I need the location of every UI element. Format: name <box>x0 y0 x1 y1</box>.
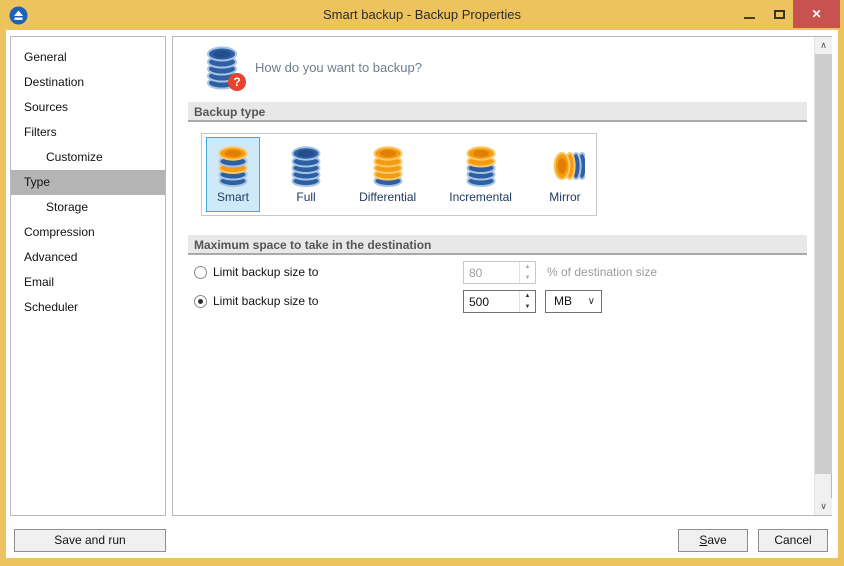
section-max-space: Maximum space to take in the destination <box>188 235 807 255</box>
backup-type-label: Full <box>296 190 316 204</box>
unit-dropdown-value: MB <box>554 294 572 308</box>
sidebar-item-customize[interactable]: Customize <box>11 145 165 170</box>
close-button[interactable]: ✕ <box>793 0 840 28</box>
percent-input[interactable] <box>464 262 519 283</box>
backup-type-mirror[interactable]: Mirror <box>538 137 592 212</box>
backup-type-incremental[interactable]: Incremental <box>442 137 519 212</box>
size-spin-up-icon[interactable]: ▲ <box>520 291 535 302</box>
dialog-content: General Destination Sources Filters Cust… <box>6 30 838 558</box>
backup-type-selector: Smart Full Differential Incremental Mirr… <box>201 133 597 216</box>
chevron-down-icon: ∨ <box>587 296 595 307</box>
sidebar-item-email[interactable]: Email <box>11 270 165 295</box>
backup-type-label: Incremental <box>449 190 512 204</box>
size-spin-down-icon[interactable]: ▼ <box>520 302 535 313</box>
minimize-button[interactable] <box>734 0 764 28</box>
mirror-backup-icon <box>553 152 585 180</box>
save-and-run-label: Save and run <box>54 533 126 547</box>
limit-percent-label: Limit backup size to <box>213 265 319 279</box>
settings-sidebar: General Destination Sources Filters Cust… <box>10 36 166 516</box>
sidebar-item-filters[interactable]: Filters <box>11 120 165 145</box>
close-icon: ✕ <box>811 7 822 21</box>
sidebar-item-scheduler[interactable]: Scheduler <box>11 295 165 320</box>
scrollbar-thumb[interactable] <box>815 54 832 474</box>
sidebar-item-advanced[interactable]: Advanced <box>11 245 165 270</box>
limit-size-label: Limit backup size to <box>213 294 319 308</box>
differential-backup-icon <box>373 146 403 187</box>
backup-type-label: Mirror <box>549 190 581 204</box>
sidebar-item-general[interactable]: General <box>11 45 165 70</box>
limit-percent-row: Limit backup size to ▲ ▼ % of destinatio… <box>194 261 807 285</box>
maximize-button[interactable] <box>764 0 794 28</box>
backup-properties-window: Smart backup - Backup Properties ✕ Gener… <box>0 0 844 566</box>
percent-spin-up-icon[interactable]: ▲ <box>520 262 535 273</box>
panel-question-title: How do you want to backup? <box>255 60 422 75</box>
title-bar: Smart backup - Backup Properties ✕ <box>0 0 844 30</box>
size-input[interactable] <box>464 291 519 312</box>
vertical-scrollbar[interactable]: ∧ ∨ <box>814 37 832 515</box>
limit-size-radio[interactable] <box>194 295 207 308</box>
percent-spin-down-icon[interactable]: ▼ <box>520 273 535 284</box>
percent-suffix-label: % of destination size <box>547 265 658 279</box>
scroll-down-icon[interactable]: ∨ <box>815 498 832 515</box>
smart-backup-icon <box>218 146 248 187</box>
backup-type-label: Smart <box>216 190 249 204</box>
percent-spinner: ▲ ▼ <box>463 261 536 284</box>
sidebar-item-destination[interactable]: Destination <box>11 70 165 95</box>
save-label: Save <box>699 533 727 547</box>
limit-percent-radio[interactable] <box>194 266 207 279</box>
sidebar-item-storage[interactable]: Storage <box>11 195 165 220</box>
maximize-icon <box>773 9 785 19</box>
cancel-button[interactable]: Cancel <box>758 529 828 552</box>
limit-size-row: Limit backup size to ▲ ▼ MB ∨ <box>194 290 807 314</box>
type-settings-panel: ? How do you want to backup? Backup type <box>172 36 832 516</box>
sidebar-item-type[interactable]: Type <box>11 170 165 195</box>
cancel-label: Cancel <box>774 533 812 547</box>
full-backup-icon <box>291 146 321 187</box>
backup-type-differential[interactable]: Differential <box>352 137 423 212</box>
minimize-icon <box>743 17 755 19</box>
window-title: Smart backup - Backup Properties <box>323 7 521 22</box>
save-and-run-button[interactable]: Save and run <box>14 529 166 552</box>
unit-dropdown[interactable]: MB ∨ <box>545 290 602 313</box>
backup-question-icon: ? <box>207 46 246 91</box>
section-backup-type: Backup type <box>188 102 807 122</box>
backup-type-full[interactable]: Full <box>279 137 333 212</box>
backup-type-label: Differential <box>359 190 417 204</box>
scroll-up-icon[interactable]: ∧ <box>815 37 832 54</box>
save-button[interactable]: Save <box>678 529 748 552</box>
backup-type-smart[interactable]: Smart <box>206 137 260 212</box>
svg-text:?: ? <box>233 75 240 89</box>
size-spinner: ▲ ▼ <box>463 290 536 313</box>
sidebar-item-compression[interactable]: Compression <box>11 220 165 245</box>
sidebar-item-sources[interactable]: Sources <box>11 95 165 120</box>
incremental-backup-icon <box>466 146 496 187</box>
